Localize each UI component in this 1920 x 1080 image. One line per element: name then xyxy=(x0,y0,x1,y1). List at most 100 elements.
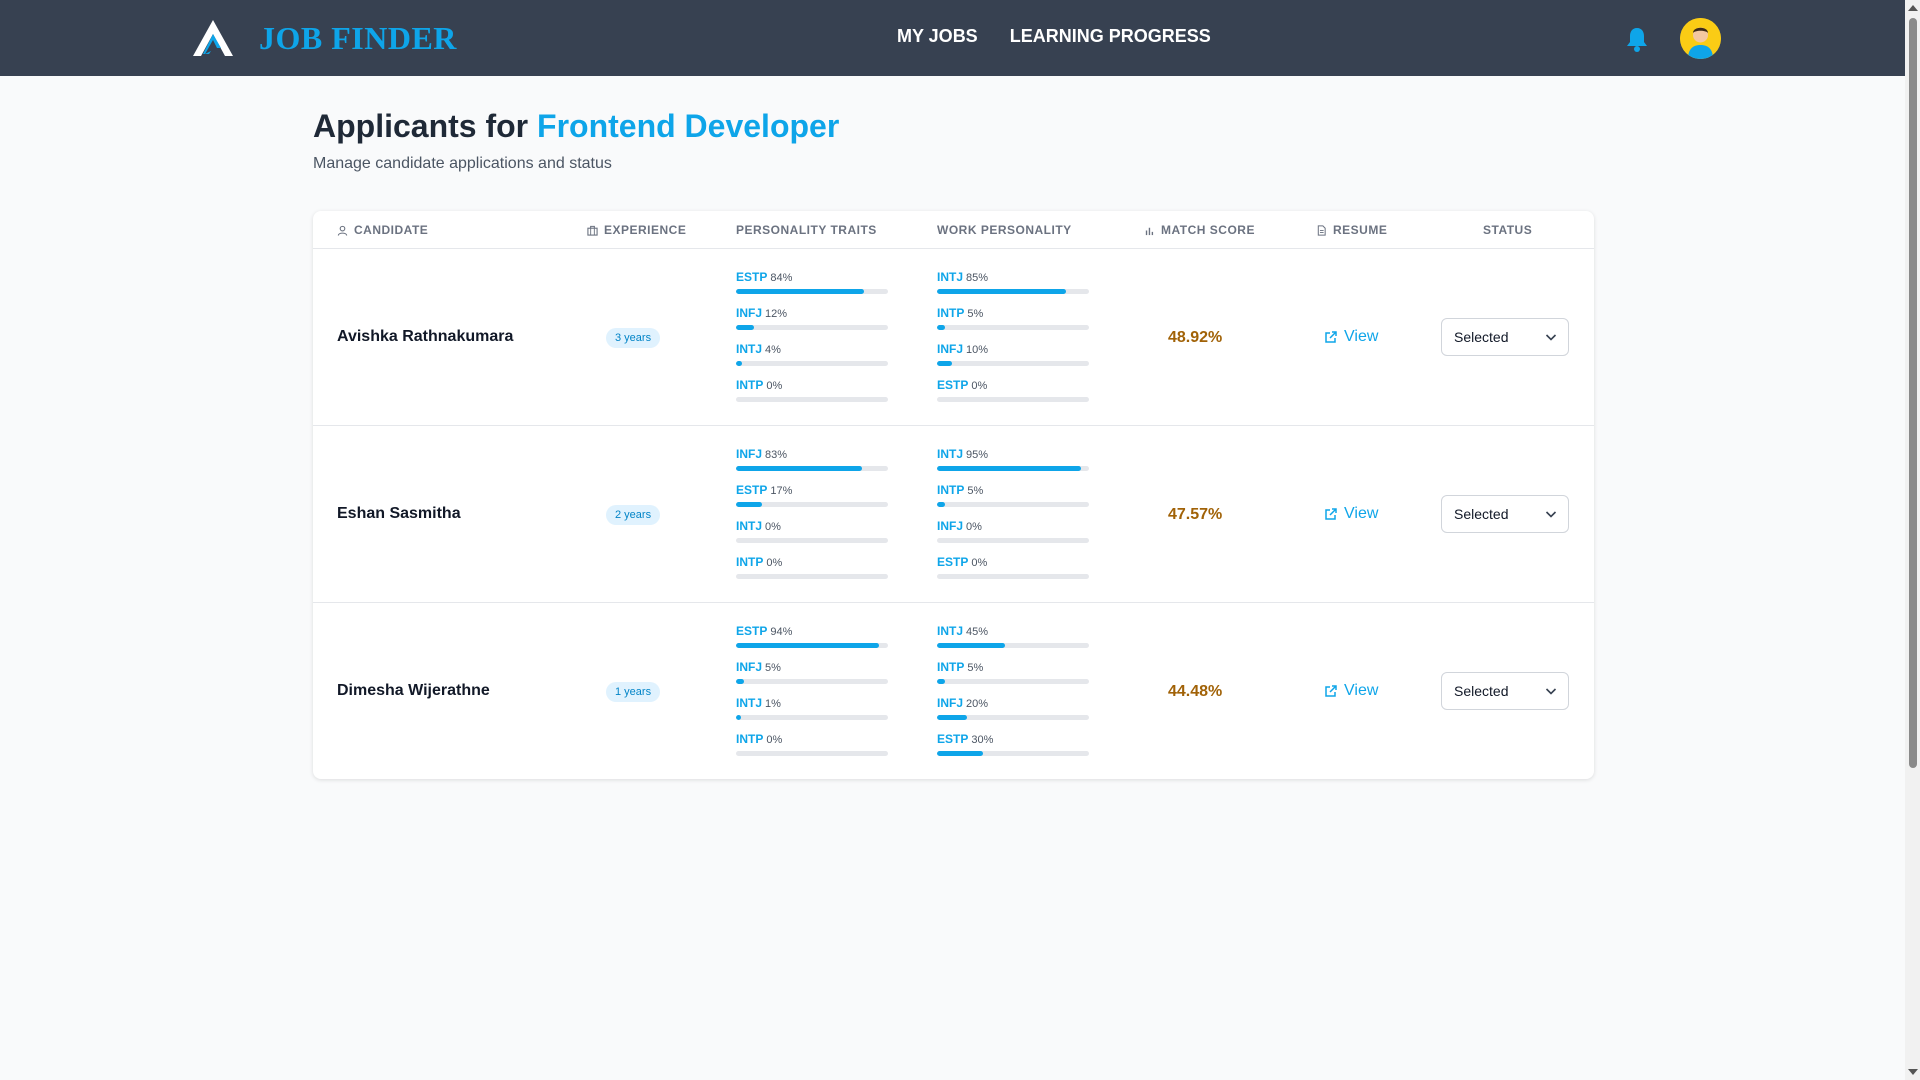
col-work-personality: WORK PERSONALITY xyxy=(937,223,1072,237)
user-icon xyxy=(337,225,348,236)
trait-bar xyxy=(736,466,888,471)
mountain-logo-icon xyxy=(193,20,233,56)
col-candidate: CANDIDATE xyxy=(337,223,428,237)
col-match-score: MATCH SCORE xyxy=(1144,223,1255,237)
trait-item: INFJ 10% xyxy=(937,342,1089,378)
match-score: 48.92% xyxy=(1168,329,1223,346)
trait-item: INTJ 85% xyxy=(937,270,1089,306)
trait-item: INTP 5% xyxy=(937,483,1089,519)
trait-item: INTP 5% xyxy=(937,306,1089,342)
trait-bar-fill xyxy=(736,325,755,330)
trait-bar-fill xyxy=(937,643,1006,648)
scroll-down-arrow-icon[interactable] xyxy=(1908,1069,1918,1075)
trait-item: INTJ 1% xyxy=(736,696,888,732)
experience-badge: 1 years xyxy=(606,682,661,702)
job-title: Frontend Developer xyxy=(537,108,840,144)
trait-bar xyxy=(937,289,1089,294)
trait-bar xyxy=(736,289,888,294)
trait-bar-fill xyxy=(736,361,743,366)
trait-bar-fill xyxy=(937,715,968,720)
scroll-thumb[interactable] xyxy=(1909,18,1917,768)
external-link-icon xyxy=(1325,508,1337,520)
trait-bar xyxy=(937,466,1089,471)
col-experience: EXPERIENCE xyxy=(587,223,686,237)
candidate-name: Eshan Sasmitha xyxy=(337,505,461,522)
trait-bar xyxy=(937,502,1089,507)
trait-bar xyxy=(736,574,888,579)
briefcase-icon xyxy=(587,225,598,236)
trait-item: INTP 0% xyxy=(736,555,888,591)
status-dropdown[interactable]: Selected xyxy=(1441,318,1569,356)
trait-bar-fill xyxy=(937,289,1067,294)
candidate-name: Avishka Rathnakumara xyxy=(337,328,514,345)
nav-my-jobs[interactable]: MY JOBS xyxy=(897,26,978,47)
main-nav: MY JOBS LEARNING PROGRESS xyxy=(897,26,1211,47)
col-resume: RESUME xyxy=(1316,223,1387,237)
page-title-prefix: Applicants for xyxy=(313,108,529,144)
trait-bar-fill xyxy=(937,751,983,756)
status-dropdown[interactable]: Selected xyxy=(1441,672,1569,710)
brand-logo[interactable]: JOB FINDER xyxy=(191,18,457,58)
page-title: Applicants for Frontend Developer xyxy=(313,108,839,145)
nav-learning-progress[interactable]: LEARNING PROGRESS xyxy=(1010,26,1211,47)
trait-item: INTJ 4% xyxy=(736,342,888,378)
page-subtitle: Manage candidate applications and status xyxy=(313,155,612,172)
external-link-icon xyxy=(1325,685,1337,697)
table-row: Eshan Sasmitha 2 years INFJ 83% ESTP 17% I… xyxy=(313,426,1594,603)
bell-icon[interactable] xyxy=(1625,26,1649,52)
trait-bar xyxy=(736,751,888,756)
chevron-down-icon xyxy=(1545,334,1557,341)
trait-bar-fill xyxy=(736,715,741,720)
trait-bar xyxy=(736,679,888,684)
trait-bar-fill xyxy=(937,466,1082,471)
view-resume-link[interactable]: View xyxy=(1324,505,1378,523)
trait-bar xyxy=(937,361,1089,366)
trait-item: INFJ 12% xyxy=(736,306,888,342)
trait-item: INTJ 95% xyxy=(937,447,1089,483)
trait-bar xyxy=(937,751,1089,756)
table-row: Avishka Rathnakumara 3 years ESTP 84% INF… xyxy=(313,249,1594,426)
trait-item: INFJ 83% xyxy=(736,447,888,483)
bar-chart-icon xyxy=(1145,227,1154,235)
external-link-icon xyxy=(1325,331,1337,343)
scroll-up-arrow-icon[interactable] xyxy=(1908,5,1918,11)
trait-item: ESTP 17% xyxy=(736,483,888,519)
trait-bar xyxy=(937,538,1089,543)
trait-bar-fill xyxy=(736,289,864,294)
trait-item: ESTP 84% xyxy=(736,270,888,306)
chevron-down-icon xyxy=(1545,688,1557,695)
trait-item: INTJ 45% xyxy=(937,624,1089,660)
col-personality-traits: PERSONALITY TRAITS xyxy=(736,223,877,237)
trait-bar-fill xyxy=(937,502,945,507)
trait-bar xyxy=(736,361,888,366)
trait-bar xyxy=(736,325,888,330)
trait-bar xyxy=(937,715,1089,720)
trait-bar xyxy=(937,574,1089,579)
personality-traits-list: ESTP 94% INFJ 5% INTJ 1% INTP 0% xyxy=(736,624,888,768)
document-icon xyxy=(1317,224,1326,236)
view-resume-link[interactable]: View xyxy=(1324,682,1378,700)
chevron-down-icon xyxy=(1545,511,1557,518)
trait-item: INTP 0% xyxy=(736,732,888,768)
work-personality-list: INTJ 45% INTP 5% INFJ 20% ESTP 30% xyxy=(937,624,1089,768)
user-avatar[interactable] xyxy=(1680,18,1721,59)
trait-bar-fill xyxy=(736,679,744,684)
status-dropdown[interactable]: Selected xyxy=(1441,495,1569,533)
top-navbar: JOB FINDER MY JOBS LEARNING PROGRESS xyxy=(0,0,1905,76)
experience-badge: 3 years xyxy=(606,328,661,348)
trait-bar-fill xyxy=(937,679,945,684)
col-status: STATUS xyxy=(1483,223,1533,237)
trait-bar-fill xyxy=(736,466,863,471)
trait-item: ESTP 94% xyxy=(736,624,888,660)
trait-bar xyxy=(736,643,888,648)
trait-bar xyxy=(937,325,1089,330)
applicants-table: CANDIDATE EXPERIENCE PERSONALITY TRAITS … xyxy=(313,211,1594,779)
trait-bar-fill xyxy=(736,502,762,507)
vertical-scrollbar[interactable] xyxy=(1905,0,1920,1080)
trait-bar xyxy=(736,538,888,543)
trait-item: INFJ 0% xyxy=(937,519,1089,555)
view-resume-link[interactable]: View xyxy=(1324,328,1378,346)
table-row: Dimesha Wijerathne 1 years ESTP 94% INFJ 5… xyxy=(313,603,1594,780)
candidate-name: Dimesha Wijerathne xyxy=(337,682,490,699)
trait-item: ESTP 0% xyxy=(937,378,1089,414)
